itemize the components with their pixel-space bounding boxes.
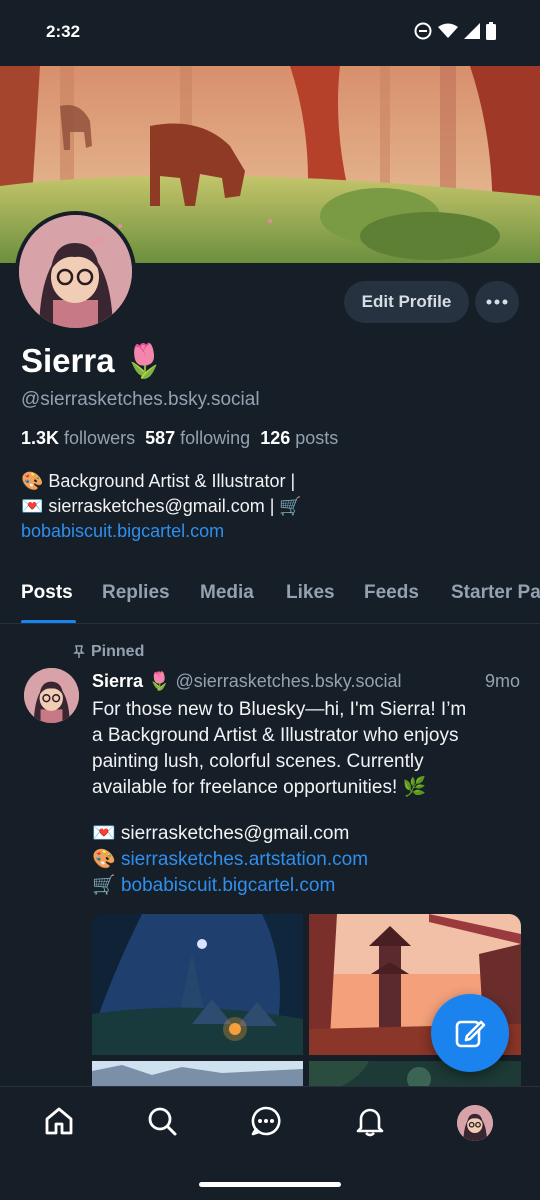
bio-line: 💌 sierrasketches@gmail.com | 🛒 [21, 496, 302, 516]
more-icon [486, 299, 508, 305]
chat-icon [251, 1106, 281, 1136]
more-options-button[interactable] [475, 281, 519, 323]
status-time: 2:32 [46, 22, 81, 41]
avatar-image [24, 668, 79, 723]
signal-icon [464, 23, 480, 39]
post-author-handle: @sierrasketches.bsky.social [175, 671, 402, 691]
nav-messages[interactable] [249, 1104, 283, 1138]
following-stat[interactable]: 587 following [145, 428, 250, 448]
pinned-label: Pinned [72, 643, 144, 661]
wifi-icon [438, 23, 458, 38]
post-timestamp[interactable]: 9mo [485, 671, 520, 692]
avatar-image [457, 1105, 493, 1141]
profile-handle: @sierrasketches.bsky.social [21, 389, 260, 410]
status-bar: 2:32 [0, 0, 540, 66]
post-author-name: Sierra 🌷 [92, 671, 171, 691]
home-indicator[interactable] [199, 1182, 341, 1187]
tab-feeds[interactable]: Feeds [364, 582, 419, 604]
compose-button[interactable] [431, 994, 509, 1072]
tab-posts[interactable]: Posts [21, 582, 73, 604]
post-body: For those new to Bluesky—hi, I'm Sierra!… [92, 697, 522, 899]
tab-replies[interactable]: Replies [102, 582, 170, 604]
profile-bio: 🎨 Background Artist & Illustrator | 💌 si… [21, 469, 521, 544]
nav-home[interactable] [42, 1104, 76, 1138]
tab-media[interactable]: Media [200, 582, 254, 604]
nav-search[interactable] [145, 1104, 179, 1138]
tab-likes[interactable]: Likes [286, 582, 335, 604]
avatar-image [19, 215, 132, 328]
shop-link[interactable]: bobabiscuit.bigcartel.com [121, 875, 335, 896]
profile-tabs: Posts Replies Media Likes Feeds Starter … [0, 564, 540, 624]
profile-avatar[interactable] [15, 211, 136, 332]
post-image[interactable] [92, 1061, 303, 1086]
search-icon [148, 1107, 177, 1136]
compose-icon [455, 1020, 486, 1048]
status-icons [414, 22, 496, 40]
followers-stat[interactable]: 1.3K followers [21, 428, 135, 448]
profile-stats: 1.3K followers 587 following 126 posts [21, 428, 338, 449]
pin-icon [73, 645, 85, 658]
bell-icon [356, 1108, 384, 1137]
nav-notifications[interactable] [353, 1104, 387, 1138]
post-header[interactable]: Sierra 🌷 @sierrasketches.bsky.social [92, 671, 401, 692]
snowy-scene-image [92, 1061, 303, 1086]
post-line: available for freelance opportunities! 🌿 [92, 777, 427, 798]
nav-profile-avatar[interactable] [457, 1105, 493, 1141]
bio-line: 🎨 Background Artist & Illustrator | [21, 471, 296, 491]
post-line: For those new to Bluesky—hi, I'm Sierra!… [92, 699, 467, 720]
post-line: a Background Artist & Illustrator who en… [92, 725, 459, 746]
home-icon [45, 1107, 73, 1135]
post-artstation-line: 🎨 sierrasketches.artstation.com [92, 849, 369, 870]
post-shop-line: 🛒 bobabiscuit.bigcartel.com [92, 875, 336, 896]
camp-night-image [92, 914, 303, 1055]
active-tab-indicator [21, 620, 76, 623]
artstation-link[interactable]: sierrasketches.artstation.com [121, 849, 368, 870]
post-email: 💌 sierrasketches@gmail.com [92, 823, 350, 844]
post-image[interactable] [92, 914, 303, 1055]
display-name: Sierra 🌷 [21, 342, 165, 379]
post-author-avatar[interactable] [24, 668, 79, 723]
battery-icon [486, 22, 496, 40]
bio-link[interactable]: bobabiscuit.bigcartel.com [21, 519, 521, 544]
post-line: painting lush, colorful scenes. Currentl… [92, 751, 424, 772]
tab-starter-packs[interactable]: Starter Pa [451, 582, 540, 604]
dnd-icon [414, 22, 432, 40]
edit-profile-button[interactable]: Edit Profile [344, 281, 469, 323]
posts-stat: 126 posts [260, 428, 339, 448]
